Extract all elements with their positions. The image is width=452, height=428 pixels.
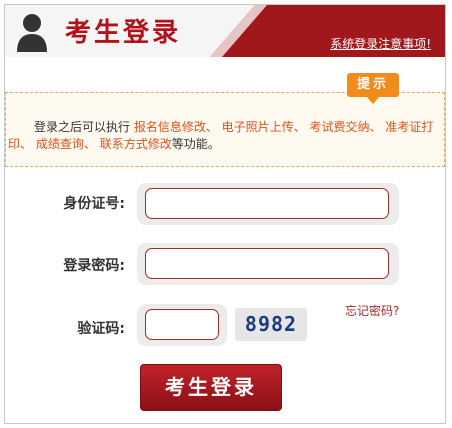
captcha-image[interactable]: 8982: [235, 308, 307, 341]
tip-prefix: 登录之后可以执行: [34, 120, 134, 134]
tip-text: 登录之后可以执行 报名信息修改、 电子照片上传、 考试费交纳、 准考证打印、 成…: [8, 119, 438, 153]
login-notice-link[interactable]: 系统登录注意事项!: [330, 35, 431, 52]
password-field-wrap: [137, 243, 399, 285]
captcha-field-wrap: [137, 304, 227, 346]
user-icon: [17, 14, 47, 52]
login-button[interactable]: 考生登录: [140, 364, 282, 411]
tip-link-photo-upload[interactable]: 电子照片上传、: [222, 120, 306, 134]
id-number-field-wrap: [137, 183, 399, 225]
password-label: 登录密码:: [63, 258, 125, 274]
tip-link-info-edit[interactable]: 报名信息修改、: [134, 120, 218, 134]
tip-link-fee-payment[interactable]: 考试费交纳、: [310, 120, 382, 134]
captcha-input[interactable]: [145, 309, 219, 340]
tip-link-score-query[interactable]: 成绩查询、: [36, 137, 96, 151]
login-panel: 考生登录 系统登录注意事项! 登录之后可以执行 报名信息修改、 电子照片上传、 …: [4, 4, 446, 424]
id-number-label: 身份证号:: [63, 196, 125, 212]
tip-badge: 提示: [347, 73, 399, 104]
password-input[interactable]: [145, 248, 389, 279]
tip-suffix: 等功能。: [171, 137, 220, 151]
forgot-password-link[interactable]: 忘记密码?: [345, 302, 399, 319]
id-number-input[interactable]: [145, 188, 389, 219]
page-title: 考生登录: [65, 18, 182, 48]
captcha-label: 验证码:: [77, 321, 125, 337]
tip-link-contact-edit[interactable]: 联系方式修改: [100, 137, 172, 151]
tip-box: 登录之后可以执行 报名信息修改、 电子照片上传、 考试费交纳、 准考证打印、 成…: [5, 92, 445, 167]
header-bar: 考生登录 系统登录注意事项!: [5, 5, 445, 57]
